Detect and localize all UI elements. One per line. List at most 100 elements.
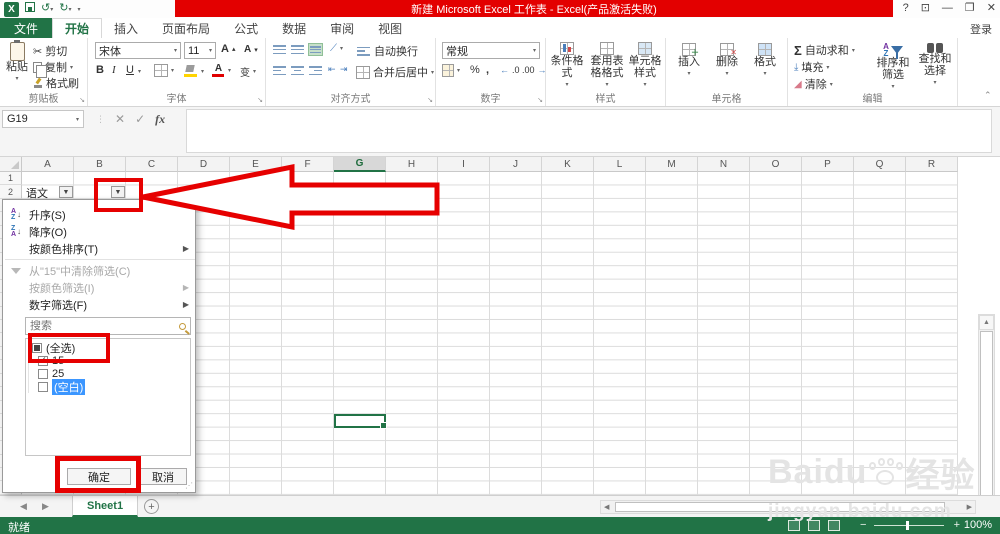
increase-indent-button[interactable]: ⇥ <box>340 64 348 75</box>
accounting-format-button[interactable]: ▾ <box>442 64 460 77</box>
menu-clear-filter[interactable]: 从"15"中清除筛选(C) <box>3 262 195 279</box>
copy-button[interactable]: 复制 ▾ <box>33 59 73 78</box>
clipboard-dialog-launcher[interactable]: ↘ <box>79 96 85 104</box>
tab-insert[interactable]: 插入 <box>102 18 150 38</box>
formula-input[interactable] <box>186 109 992 153</box>
zoom-slider[interactable]: − + <box>860 519 960 532</box>
filter-search-input[interactable] <box>30 320 170 332</box>
paste-button[interactable]: 粘贴 ▾ <box>4 40 30 85</box>
ribbon-display-options-button[interactable]: ⊡ <box>921 1 930 14</box>
scroll-up-arrow[interactable]: ▲ <box>979 315 994 330</box>
fill-color-button[interactable]: ▾ <box>184 65 204 77</box>
column-header-N[interactable]: N <box>698 157 750 172</box>
select-all-corner[interactable] <box>0 157 22 172</box>
row-header-1[interactable]: 1 <box>0 172 22 186</box>
checkbox-unchecked[interactable] <box>38 368 48 379</box>
zoom-out-button[interactable]: − <box>860 519 866 531</box>
format-as-table-button[interactable]: 套用表格格式 ▾ <box>588 42 626 91</box>
insert-cells-button[interactable]: ＋ 插入 ▾ <box>672 43 706 80</box>
format-cells-button[interactable]: 格式 ▾ <box>748 43 782 80</box>
scroll-right-arrow[interactable]: ▶ <box>967 503 972 511</box>
alignment-dialog-launcher[interactable]: ↘ <box>427 96 433 104</box>
next-sheet-arrow[interactable]: ▶ <box>42 501 49 512</box>
find-select-button[interactable]: 查找和选择 ▾ <box>914 43 956 89</box>
align-center-button[interactable] <box>290 64 305 77</box>
column-header-D[interactable]: D <box>178 157 230 172</box>
scroll-left-arrow[interactable]: ◀ <box>604 503 609 511</box>
close-button[interactable]: ✕ <box>987 1 996 14</box>
italic-button[interactable]: I <box>112 64 116 76</box>
page-layout-view-button[interactable] <box>808 520 820 531</box>
minimize-button[interactable]: — <box>942 2 953 14</box>
percent-style-button[interactable]: % <box>470 64 480 76</box>
tab-file[interactable]: 文件 <box>0 18 53 38</box>
checkbox-checked[interactable] <box>38 355 48 366</box>
column-header-K[interactable]: K <box>542 157 594 172</box>
horizontal-scroll-thumb[interactable] <box>615 502 945 512</box>
underline-button[interactable]: U <box>126 64 134 76</box>
autosum-button[interactable]: Σ 自动求和 ▾ <box>794 42 855 58</box>
page-break-view-button[interactable] <box>828 520 840 531</box>
column-header-M[interactable]: M <box>646 157 698 172</box>
tab-view[interactable]: 视图 <box>366 18 414 38</box>
undo-button[interactable]: ↺▾ <box>41 1 53 17</box>
number-dialog-launcher[interactable]: ↘ <box>537 96 543 104</box>
column-header-F[interactable]: F <box>282 157 334 172</box>
conditional-formatting-button[interactable]: 条件格式 ▾ <box>548 42 586 91</box>
checkbox-unchecked[interactable] <box>38 381 48 392</box>
number-format-combo[interactable]: 常规 ▾ <box>442 42 540 59</box>
middle-align-button[interactable] <box>290 43 305 56</box>
column-header-C[interactable]: C <box>126 157 178 172</box>
tab-formulas[interactable]: 公式 <box>222 18 270 38</box>
font-size-combo[interactable]: 11 ▾ <box>184 42 216 59</box>
font-dialog-launcher[interactable]: ↘ <box>257 96 263 104</box>
column-headers[interactable]: ABCDEFGHIJKLMNOPQR <box>22 157 958 172</box>
cell-styles-button[interactable]: 单元格样式 ▾ <box>626 42 664 91</box>
customize-qat-button[interactable]: ▾ <box>77 1 80 17</box>
column-header-J[interactable]: J <box>490 157 542 172</box>
column-header-Q[interactable]: Q <box>854 157 906 172</box>
name-box[interactable]: G19 ▾ <box>2 110 84 128</box>
save-button[interactable] <box>25 2 35 16</box>
filter-item-1[interactable]: 15 <box>26 354 190 367</box>
bold-button[interactable]: B <box>96 64 104 76</box>
comma-style-button[interactable]: , <box>486 64 489 76</box>
align-left-button[interactable] <box>272 64 287 77</box>
menu-sort-descending[interactable]: Z A ↓ 降序(O) <box>3 223 195 240</box>
add-sheet-button[interactable]: + <box>144 499 159 514</box>
phonetic-button[interactable]: 变 ▾ <box>240 64 256 79</box>
increase-decimal-button[interactable]: ← .0 <box>500 65 520 75</box>
column-header-G[interactable]: G <box>334 157 386 172</box>
filter-search-box[interactable] <box>25 317 191 335</box>
ok-button[interactable]: 确定 <box>67 468 131 485</box>
menu-sort-by-color[interactable]: 按颜色排序(T) ▶ <box>3 240 195 257</box>
cancel-entry-button[interactable]: ✕ <box>115 112 125 126</box>
column-header-I[interactable]: I <box>438 157 490 172</box>
decrease-decimal-button[interactable]: .00 → <box>522 65 547 75</box>
decrease-indent-button[interactable]: ⇤ <box>328 64 336 75</box>
filter-item-2[interactable]: 25 <box>26 367 190 380</box>
shrink-font-button[interactable]: A ▾ <box>244 44 258 55</box>
prev-sheet-arrow[interactable]: ◀ <box>20 501 27 512</box>
normal-view-button[interactable] <box>788 520 800 531</box>
column-header-R[interactable]: R <box>906 157 958 172</box>
menu-sort-ascending[interactable]: A Z ↓ 升序(S) <box>3 206 195 223</box>
tab-data[interactable]: 数据 <box>270 18 318 38</box>
orientation-button[interactable]: ⟋ ▾ <box>330 43 343 54</box>
underline-dropdown[interactable]: ▾ <box>138 68 141 75</box>
align-right-button[interactable] <box>308 64 323 77</box>
filter-item-3[interactable]: (空白) <box>26 378 190 395</box>
column-header-B[interactable]: B <box>74 157 126 172</box>
tab-page-layout[interactable]: 页面布局 <box>150 18 222 38</box>
column-header-H[interactable]: H <box>386 157 438 172</box>
filter-dropdown-a2[interactable]: ▼ <box>59 186 73 198</box>
restore-button[interactable]: ❐ <box>965 1 975 14</box>
sort-filter-button[interactable]: AZ 排序和筛选 ▾ <box>872 43 914 93</box>
column-header-L[interactable]: L <box>594 157 646 172</box>
bottom-align-button[interactable] <box>308 43 323 56</box>
filter-dropdown-b2[interactable]: ▼ <box>111 186 125 198</box>
menu-filter-by-color[interactable]: 按颜色筛选(I) ▶ <box>3 279 195 296</box>
collapse-ribbon-button[interactable]: ⌃ <box>984 90 992 101</box>
filter-item-0[interactable]: (全选) <box>26 341 190 355</box>
borders-button[interactable]: ▾ <box>154 64 174 77</box>
